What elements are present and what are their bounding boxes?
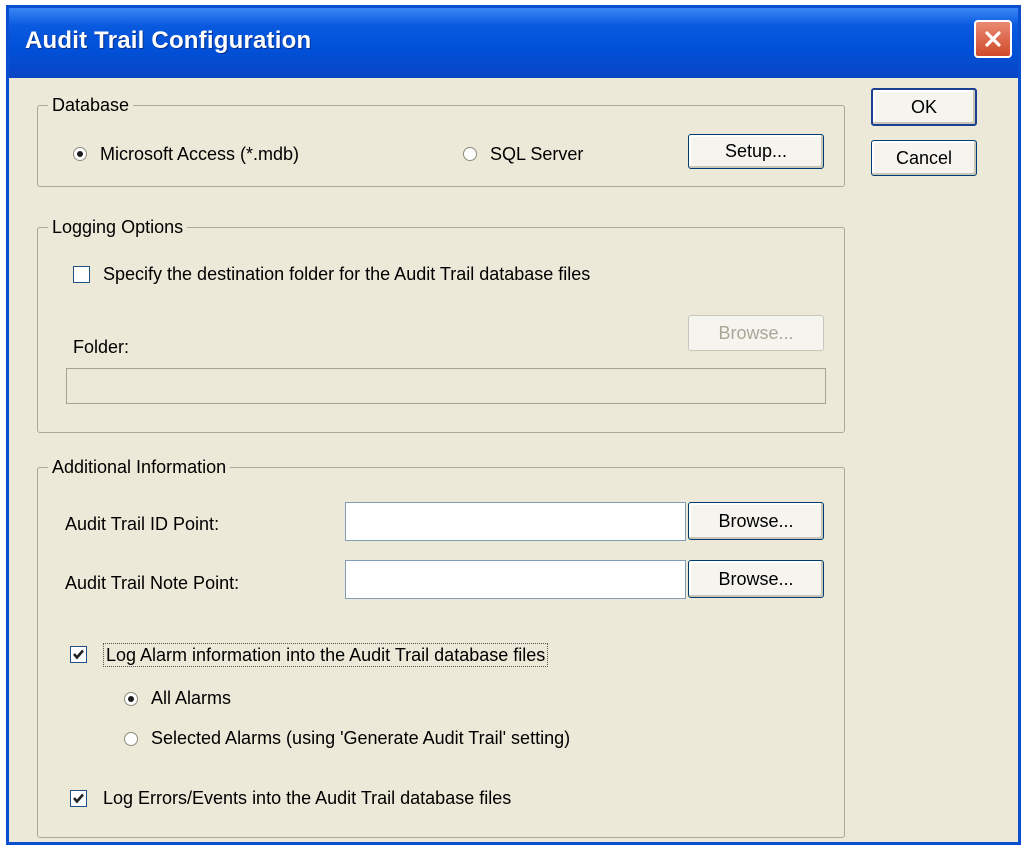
close-button[interactable] (974, 20, 1012, 58)
log-errors-label[interactable]: Log Errors/Events into the Audit Trail d… (103, 787, 511, 809)
audit-trail-id-point-input[interactable] (345, 502, 686, 541)
sql-server-radio[interactable] (463, 147, 477, 161)
access-radio[interactable] (73, 147, 87, 161)
audit-trail-id-point-label: Audit Trail ID Point: (65, 514, 220, 534)
ok-button[interactable]: OK (871, 88, 977, 126)
window-title: Audit Trail Configuration (25, 27, 312, 54)
logging-options-legend: Logging Options (48, 217, 188, 237)
folder-browse-button[interactable]: Browse... (688, 315, 824, 351)
additional-information-legend: Additional Information (48, 457, 231, 477)
all-alarms-label[interactable]: All Alarms (151, 687, 231, 709)
close-icon (985, 31, 1001, 47)
logging-options-group: Logging Options Specify the destination … (37, 217, 845, 433)
note-point-browse-button[interactable]: Browse... (688, 560, 824, 598)
database-legend: Database (48, 95, 134, 115)
log-alarm-label[interactable]: Log Alarm information into the Audit Tra… (103, 643, 549, 667)
folder-field[interactable] (66, 368, 826, 404)
specify-folder-label[interactable]: Specify the destination folder for the A… (103, 263, 590, 285)
database-group: Database Microsoft Access (*.mdb) SQL Se… (37, 95, 845, 187)
log-errors-checkbox[interactable] (70, 790, 87, 807)
checkmark-icon (73, 793, 84, 804)
checkmark-icon (73, 649, 84, 660)
cancel-button[interactable]: Cancel (871, 140, 977, 176)
log-alarm-checkbox[interactable] (70, 646, 87, 663)
additional-information-group: Additional Information Audit Trail ID Po… (37, 457, 845, 838)
title-bar[interactable]: Audit Trail Configuration (9, 8, 1018, 78)
sql-server-label[interactable]: SQL Server (490, 143, 583, 165)
specify-folder-checkbox[interactable] (73, 266, 90, 283)
selected-alarms-radio[interactable] (124, 732, 138, 746)
audit-trail-note-point-label: Audit Trail Note Point: (65, 573, 240, 593)
setup-button[interactable]: Setup... (688, 134, 824, 169)
audit-trail-note-point-input[interactable] (345, 560, 686, 599)
folder-label: Folder: (73, 337, 130, 357)
dialog-window: Audit Trail Configuration OK Cancel Data… (6, 5, 1021, 845)
selected-alarms-label[interactable]: Selected Alarms (using 'Generate Audit T… (151, 727, 570, 749)
all-alarms-radio[interactable] (124, 692, 138, 706)
access-label[interactable]: Microsoft Access (*.mdb) (100, 143, 299, 165)
id-point-browse-button[interactable]: Browse... (688, 502, 824, 540)
